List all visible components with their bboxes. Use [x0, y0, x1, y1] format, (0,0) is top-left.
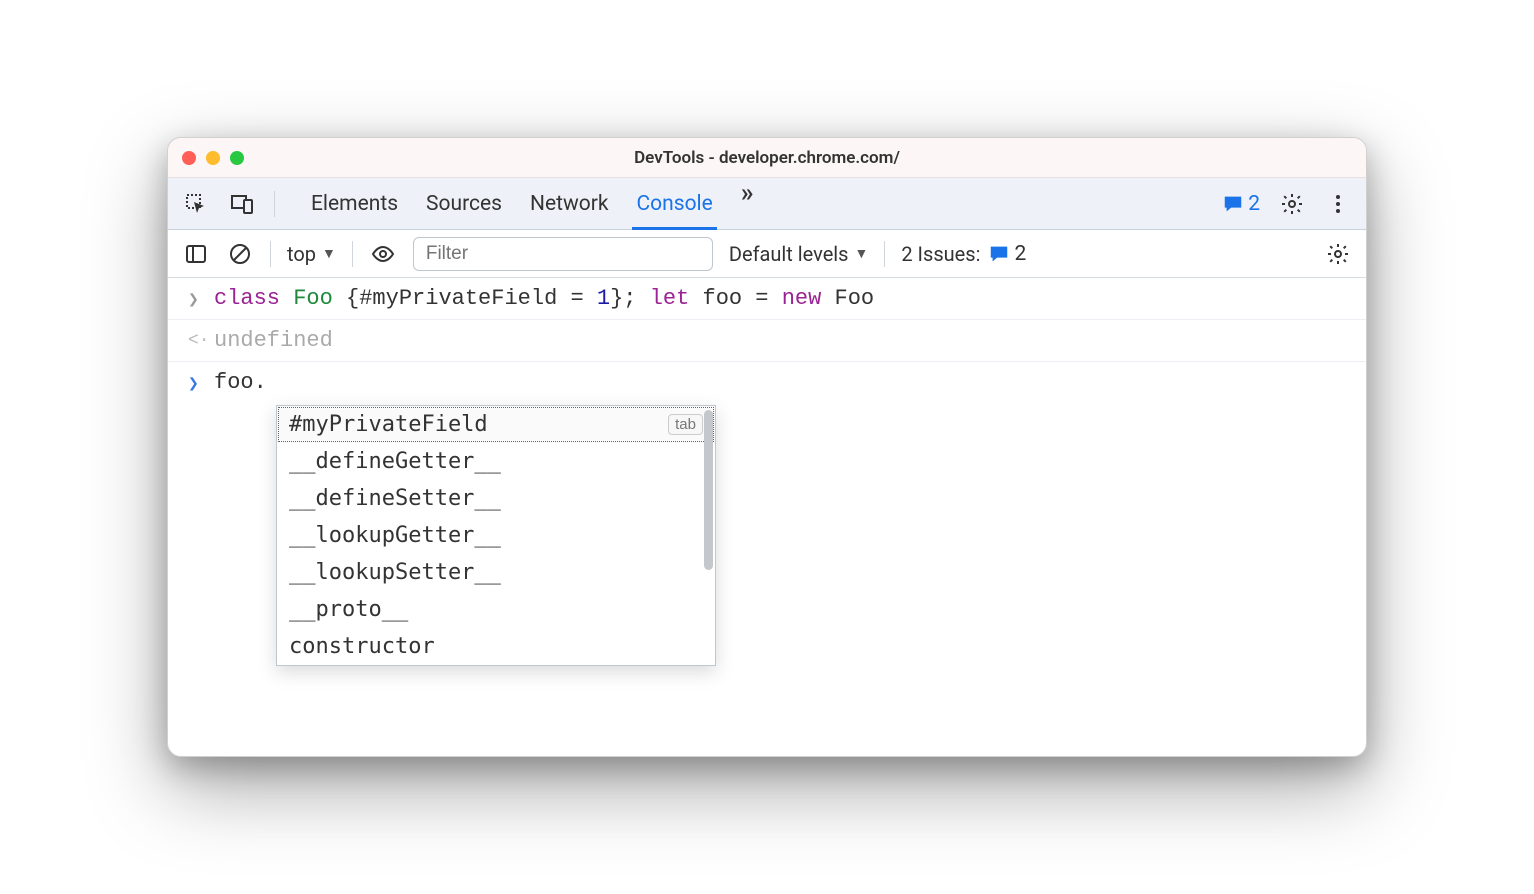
messages-badge[interactable]: 2 [1222, 192, 1260, 216]
issues-indicator[interactable]: 2 Issues: 2 [901, 242, 1026, 266]
tab-hint-badge: tab [668, 414, 703, 435]
maximize-window-button[interactable] [230, 151, 244, 165]
settings-icon[interactable] [1278, 190, 1306, 218]
more-menu-icon[interactable] [1324, 190, 1352, 218]
dropdown-triangle-icon: ▼ [855, 245, 869, 262]
separator [352, 241, 353, 267]
device-toolbar-icon[interactable] [228, 190, 256, 218]
output-caret-icon: <· [188, 331, 202, 351]
console-input-code: class Foo {#myPrivateField = 1}; let foo… [214, 286, 874, 311]
window-title: DevTools - developer.chrome.com/ [168, 148, 1366, 168]
autocomplete-item[interactable]: __proto__ [277, 591, 715, 628]
autocomplete-item-label: __lookupGetter__ [289, 523, 501, 548]
messages-count: 2 [1248, 192, 1260, 216]
tab-network[interactable]: Network [530, 178, 609, 229]
autocomplete-item-label: __proto__ [289, 597, 408, 622]
autocomplete-item[interactable]: __lookupGetter__ [277, 517, 715, 554]
main-toolbar: Elements Sources Network Console » 2 [168, 178, 1366, 230]
issues-label: 2 Issues: [901, 242, 980, 266]
message-icon [988, 243, 1010, 265]
console-prompt-input[interactable]: foo. [214, 370, 267, 395]
devtools-window: DevTools - developer.chrome.com/ Element… [167, 137, 1367, 757]
sidebar-toggle-icon[interactable] [182, 240, 210, 268]
issues-count: 2 [1014, 242, 1026, 266]
filter-input[interactable] [413, 237, 713, 271]
tab-console[interactable]: Console [636, 178, 712, 229]
levels-label: Default levels [729, 242, 849, 266]
separator [270, 241, 271, 267]
console-output-value: undefined [214, 328, 333, 353]
autocomplete-item[interactable]: __defineGetter__ [277, 443, 715, 480]
panel-tabs: Elements Sources Network Console » [311, 178, 1204, 229]
autocomplete-item-label: __defineSetter__ [289, 486, 501, 511]
context-selector[interactable]: top ▼ [287, 242, 336, 266]
autocomplete-popup: #myPrivateField tab __defineGetter__ __defi… [276, 405, 716, 666]
autocomplete-item-label: #myPrivateField [289, 412, 488, 437]
toolbar-right: 2 [1222, 190, 1352, 218]
live-expression-icon[interactable] [369, 240, 397, 268]
console-input-row: ❯ class Foo {#myPrivateField = 1}; let f… [168, 278, 1366, 320]
console-filter-bar: top ▼ Default levels ▼ 2 Issues: 2 [168, 230, 1366, 278]
close-window-button[interactable] [182, 151, 196, 165]
log-levels-selector[interactable]: Default levels ▼ [729, 242, 869, 266]
autocomplete-item-label: __defineGetter__ [289, 449, 501, 474]
tab-sources[interactable]: Sources [426, 178, 502, 229]
console-body: ❯ class Foo {#myPrivateField = 1}; let f… [168, 278, 1366, 756]
input-caret-icon: ❯ [188, 289, 202, 311]
autocomplete-item-label: constructor [289, 634, 435, 659]
clear-console-icon[interactable] [226, 240, 254, 268]
context-label: top [287, 242, 316, 266]
tab-elements[interactable]: Elements [311, 178, 398, 229]
message-icon [1222, 193, 1244, 215]
console-prompt-row[interactable]: ❯ foo. [168, 362, 1366, 403]
prompt-caret-icon: ❯ [188, 373, 202, 395]
autocomplete-scrollbar[interactable] [704, 410, 713, 570]
inspect-element-icon[interactable] [182, 190, 210, 218]
autocomplete-item[interactable]: __lookupSetter__ [277, 554, 715, 591]
titlebar: DevTools - developer.chrome.com/ [168, 138, 1366, 178]
autocomplete-item[interactable]: #myPrivateField tab [277, 406, 715, 443]
console-settings-icon[interactable] [1324, 240, 1352, 268]
console-output-row: <· undefined [168, 320, 1366, 362]
more-tabs-button[interactable]: » [741, 178, 754, 229]
separator [274, 191, 275, 217]
separator [884, 241, 885, 267]
traffic-lights [182, 151, 244, 165]
autocomplete-item[interactable]: __defineSetter__ [277, 480, 715, 517]
dropdown-triangle-icon: ▼ [322, 245, 336, 262]
minimize-window-button[interactable] [206, 151, 220, 165]
autocomplete-item-label: __lookupSetter__ [289, 560, 501, 585]
autocomplete-item[interactable]: constructor [277, 628, 715, 665]
